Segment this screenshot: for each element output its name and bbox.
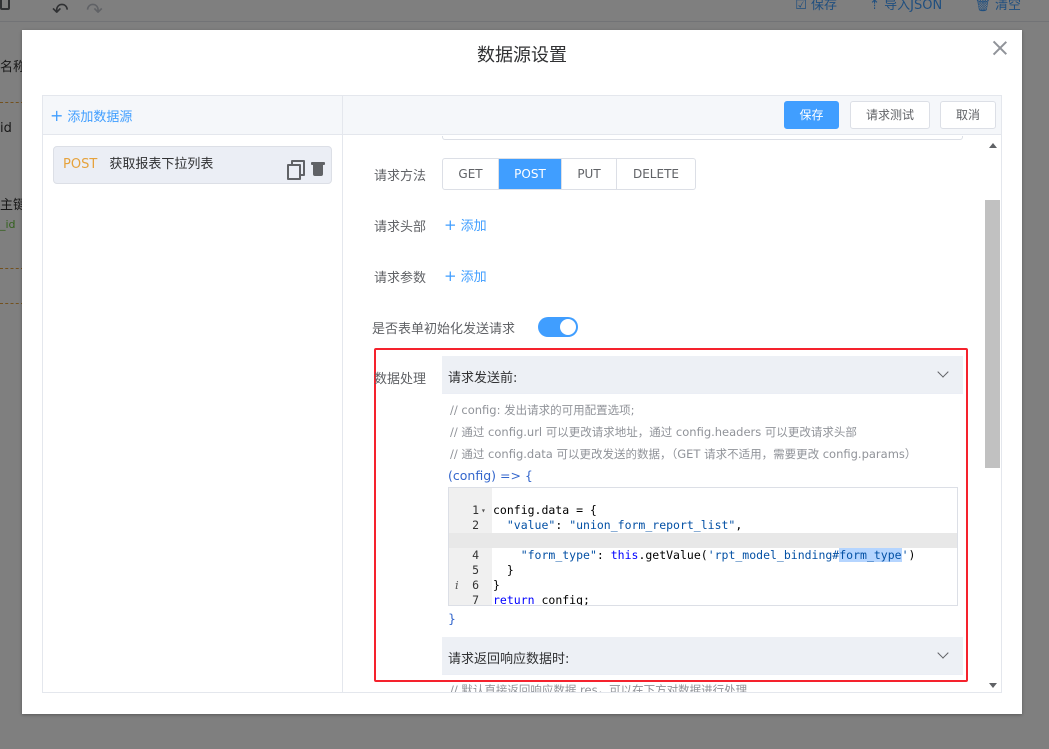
datasource-settings-panel: 保存 请求测试 取消 请求方法 GET POST PUT DELETE 请求头部… xyxy=(343,96,1001,692)
add-datasource-button[interactable]: + 添加数据源 xyxy=(50,106,132,125)
code-comment: // config: 发出请求的可用配置选项; xyxy=(450,403,635,417)
init-send-toggle[interactable] xyxy=(538,317,578,337)
code-line: 1 ▾ config.data = { xyxy=(472,503,597,517)
dialog-title: 数据源设置 xyxy=(477,45,567,66)
settings-form: 请求方法 GET POST PUT DELETE 请求头部 + 添加 请求参数 +… xyxy=(343,136,983,692)
scroll-down-arrow[interactable] xyxy=(989,683,997,688)
function-signature: (config) => { xyxy=(448,468,533,483)
function-closing-brace: } xyxy=(448,611,456,626)
chevron-down-icon xyxy=(937,647,949,659)
plus-icon: + xyxy=(444,267,457,285)
code-comment-partial: // 默认直接返回响应数据 res，可以在下方对数据进行处理 xyxy=(450,683,748,692)
plus-icon: + xyxy=(444,216,457,234)
method-label: 请求方法 xyxy=(374,169,427,184)
cancel-button[interactable]: 取消 xyxy=(940,101,996,129)
method-delete-button[interactable]: DELETE xyxy=(617,159,695,189)
method-get-button[interactable]: GET xyxy=(443,159,499,189)
chevron-down-icon xyxy=(937,366,949,378)
code-line: 2 "value": "union_form_report_list", xyxy=(472,518,743,532)
code-line: 3▾ "param": { xyxy=(449,518,957,547)
datasource-name: 获取报表下拉列表 xyxy=(109,157,214,172)
method-put-button[interactable]: PUT xyxy=(562,159,617,189)
code-comment: // 通过 config.data 可以更改发送的数据，（GET 请求不适用，需… xyxy=(450,447,917,461)
before-request-code-editor[interactable]: 1 ▾ config.data = { 2 "value": "union_form… xyxy=(448,487,958,606)
add-header-link[interactable]: + 添加 xyxy=(444,215,487,234)
plus-icon: + xyxy=(50,106,64,125)
code-line: 5 } xyxy=(472,563,514,577)
datasource-list-panel: + 添加数据源 POST 获取报表下拉列表 xyxy=(43,96,343,692)
datasource-method: POST xyxy=(63,157,98,172)
copy-icon[interactable] xyxy=(286,160,305,180)
scrollbar-thumb[interactable] xyxy=(985,200,1000,468)
params-label: 请求参数 xyxy=(374,271,427,286)
datasource-list-item[interactable]: POST 获取报表下拉列表 xyxy=(53,146,332,184)
settings-toolbar: 保存 请求测试 取消 xyxy=(343,96,1001,135)
datasource-settings-dialog: 数据源设置 + 添加数据源 POST 获取报表下拉列表 保存 请求测试 取消 请… xyxy=(22,30,1022,714)
datasource-list-header: + 添加数据源 xyxy=(43,96,342,135)
code-comment: // 通过 config.url 可以更改请求地址，通过 config.head… xyxy=(450,425,857,439)
request-test-button[interactable]: 请求测试 xyxy=(850,101,930,129)
after-response-collapse-header[interactable]: 请求返回响应数据时: xyxy=(442,637,963,675)
init-send-label: 是否表单初始化发送请求 xyxy=(372,322,516,337)
code-line: 7 return config; xyxy=(472,593,590,606)
scroll-up-arrow[interactable] xyxy=(989,143,997,148)
save-button[interactable]: 保存 xyxy=(784,101,839,129)
before-request-collapse-header[interactable]: 请求发送前: xyxy=(442,356,963,394)
dialog-body: + 添加数据源 POST 获取报表下拉列表 保存 请求测试 取消 请求方法 GE… xyxy=(42,95,1002,693)
add-param-link[interactable]: + 添加 xyxy=(444,266,487,285)
before-request-title: 请求发送前: xyxy=(448,371,518,386)
method-post-button[interactable]: POST xyxy=(499,159,562,189)
headers-label: 请求头部 xyxy=(374,220,427,235)
trash-icon[interactable] xyxy=(311,160,325,177)
after-response-title: 请求返回响应数据时: xyxy=(448,652,570,667)
dialog-header: 数据源设置 xyxy=(22,30,1022,74)
datasource-item-actions xyxy=(286,156,325,192)
url-input-edge xyxy=(442,136,963,140)
close-icon[interactable] xyxy=(990,38,1010,58)
code-line: i 6} xyxy=(455,578,500,592)
method-button-group: GET POST PUT DELETE xyxy=(442,158,696,190)
data-processing-label: 数据处理 xyxy=(374,372,427,387)
code-line-active: 4 "form_type": this.getValue('rpt_model_… xyxy=(449,533,957,562)
